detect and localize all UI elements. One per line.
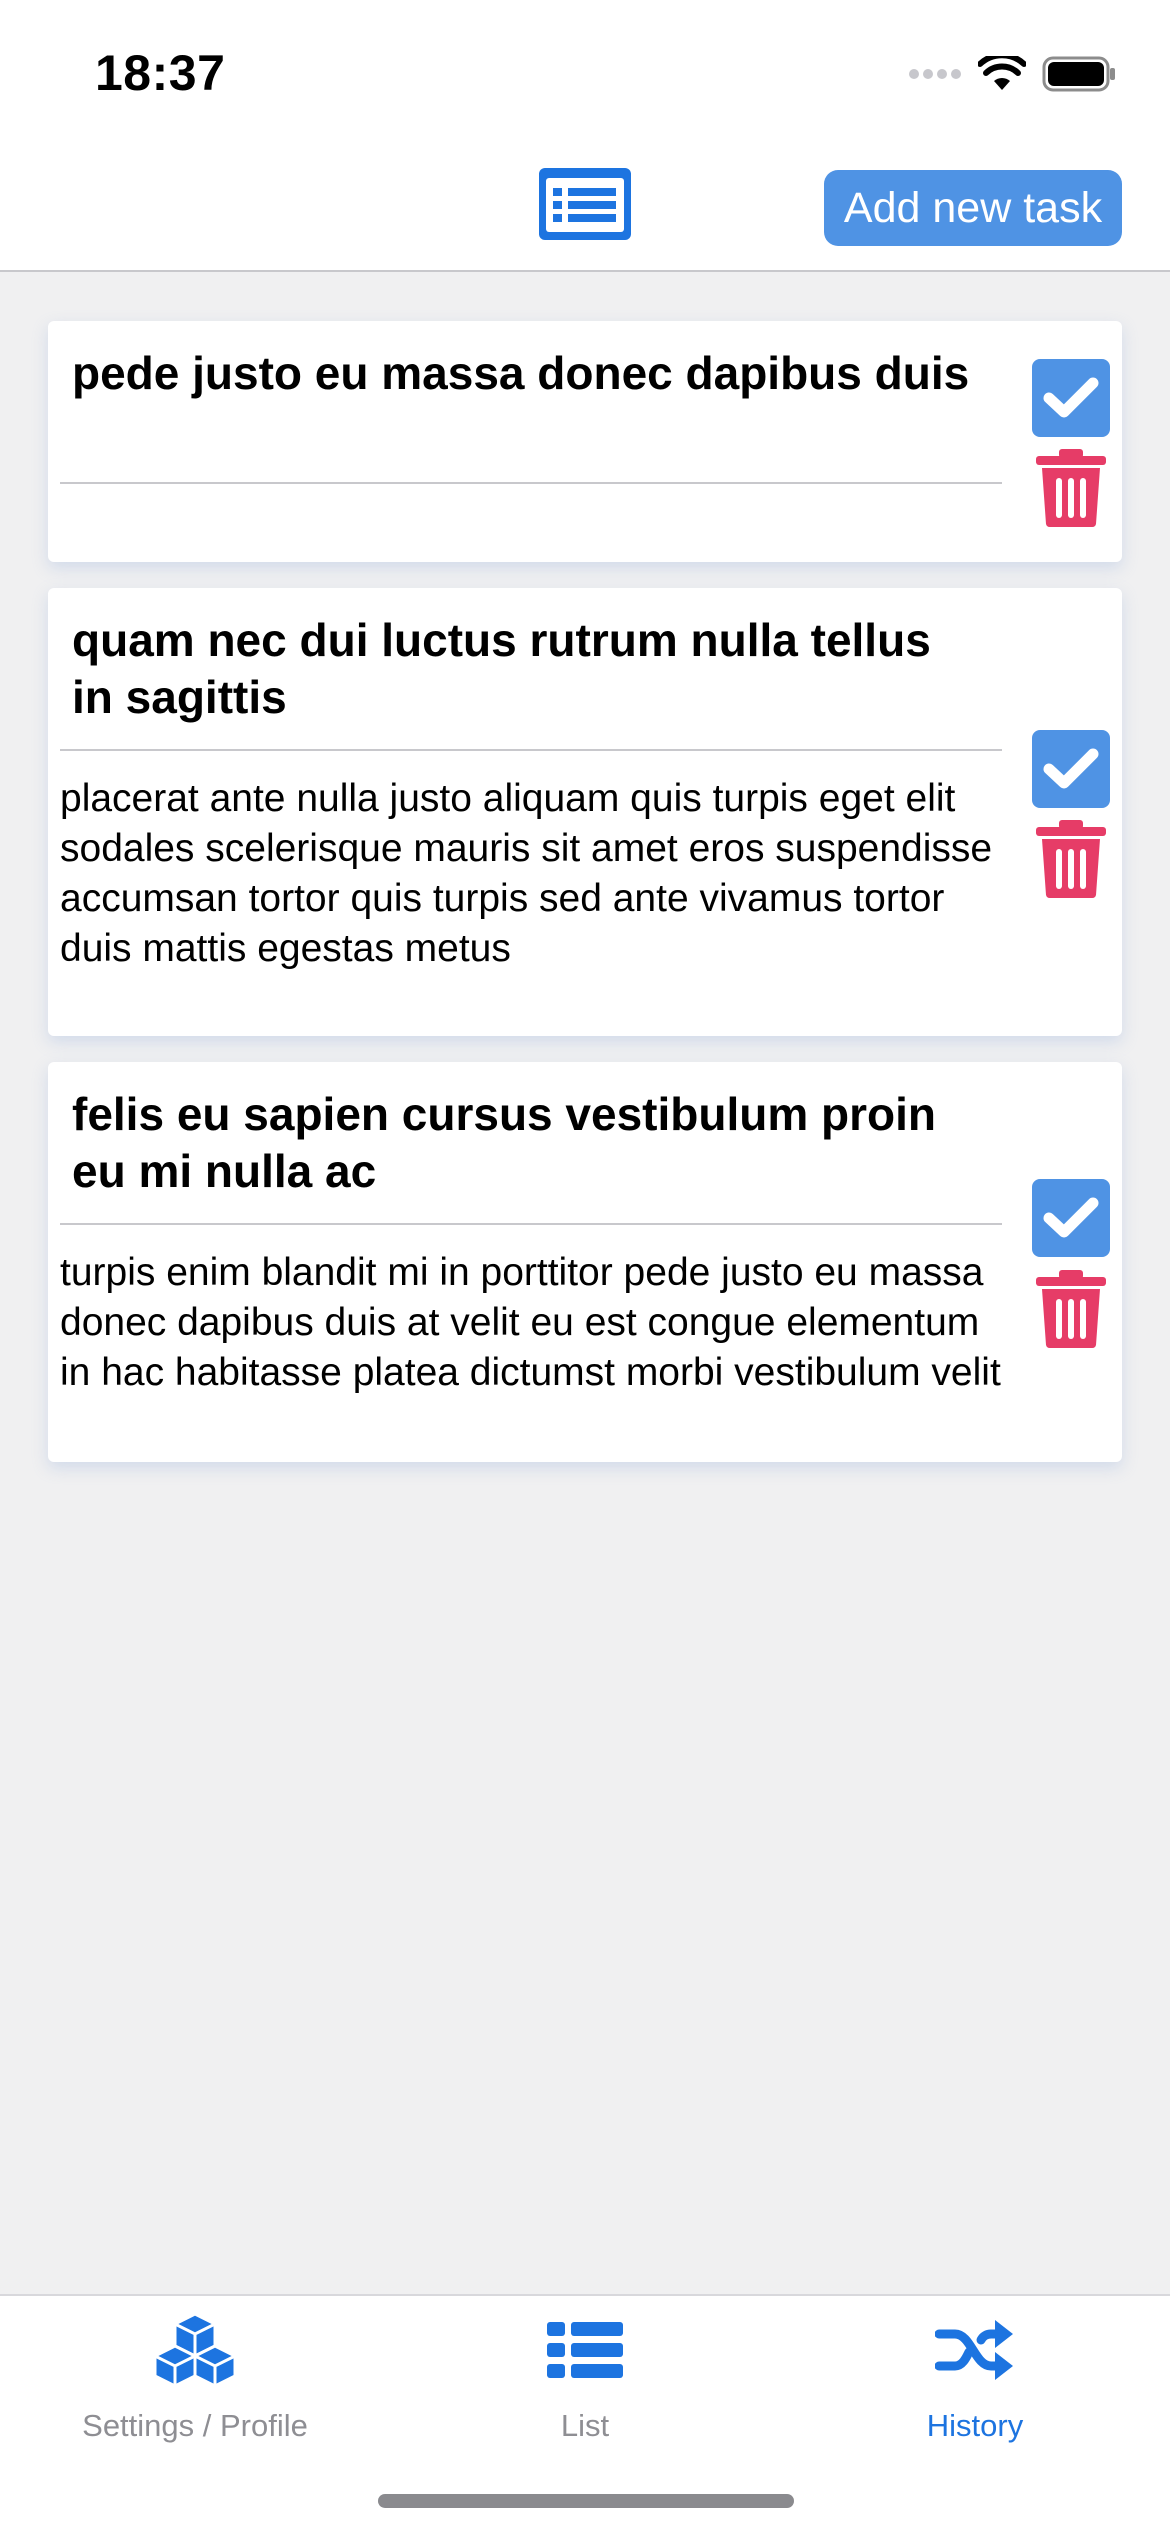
status-bar: 18:37 <box>0 0 1170 140</box>
complete-task-button[interactable] <box>1032 730 1110 808</box>
complete-task-button[interactable] <box>1032 1179 1110 1257</box>
task-card: felis eu sapien cursus vestibulum proin … <box>48 1062 1122 1462</box>
task-card: quam nec dui luctus rutrum nulla tellus … <box>48 588 1122 1036</box>
status-time: 18:37 <box>95 45 226 101</box>
trash-icon[interactable] <box>1032 448 1110 528</box>
add-new-task-button[interactable]: Add new task <box>824 170 1122 246</box>
random-icon <box>935 2320 1013 2380</box>
tab-list[interactable]: List <box>390 2310 780 2460</box>
task-description: placerat ante nulla justo aliquam quis t… <box>60 777 993 970</box>
complete-task-button[interactable] <box>1032 359 1110 437</box>
task-title: pede justo eu massa donec dapibus duis <box>72 347 970 399</box>
task-title: felis eu sapien cursus vestibulum proin … <box>72 1088 937 1197</box>
tab-label: Settings / Profile <box>82 2408 308 2443</box>
tab-history[interactable]: History <box>780 2310 1170 2460</box>
check-icon <box>1043 748 1099 789</box>
task-divider <box>60 1223 1002 1225</box>
cubes-icon <box>153 2312 237 2388</box>
home-indicator[interactable] <box>378 2494 794 2508</box>
list-icon <box>547 2322 623 2378</box>
cellular-signal-icon <box>909 69 961 79</box>
check-icon <box>1043 377 1099 418</box>
wifi-icon <box>978 56 1026 90</box>
task-card: pede justo eu massa donec dapibus duis <box>48 321 1122 562</box>
task-description: turpis enim blandit mi in porttitor pede… <box>60 1251 1001 1394</box>
task-divider <box>60 482 1002 484</box>
check-icon <box>1043 1197 1099 1238</box>
trash-icon[interactable] <box>1032 819 1110 899</box>
tab-label: List <box>560 2408 610 2443</box>
list-alt-icon[interactable] <box>539 168 631 240</box>
tab-label: History <box>926 2408 1024 2443</box>
task-divider <box>60 749 1002 751</box>
status-icons <box>908 52 1116 96</box>
trash-icon[interactable] <box>1032 1269 1110 1349</box>
navigation-bar: Add new task <box>0 140 1170 272</box>
task-title: quam nec dui luctus rutrum nulla tellus … <box>72 614 931 723</box>
tab-settings-profile[interactable]: Settings / Profile <box>0 2310 390 2460</box>
battery-icon <box>1042 56 1115 92</box>
